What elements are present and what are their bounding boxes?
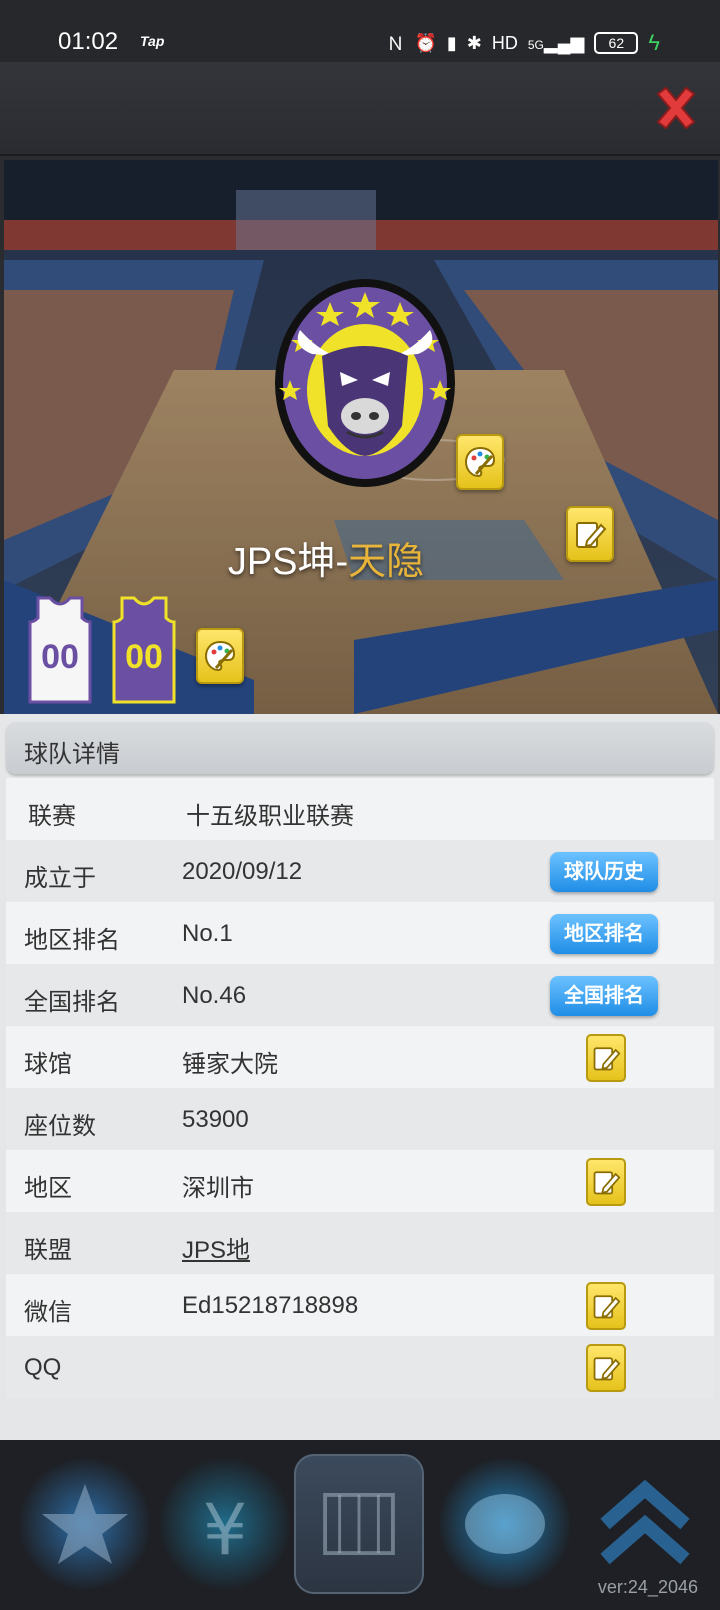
team-history-button[interactable]: 球队历史 bbox=[550, 852, 658, 892]
signal-5g-icon: 5G▂▄▆ bbox=[527, 32, 585, 53]
status-time: 01:02 bbox=[58, 28, 119, 55]
away-jersey: 00 bbox=[112, 596, 176, 704]
edit-icon bbox=[576, 522, 607, 548]
palette-icon bbox=[204, 640, 236, 672]
row-label: 微信 bbox=[24, 1299, 72, 1326]
edit-icon bbox=[593, 1047, 621, 1071]
yen-icon: ¥ bbox=[203, 1489, 248, 1571]
nav-item-chat[interactable] bbox=[440, 1454, 570, 1594]
detail-row-alliance: 联盟 JPS地 bbox=[6, 1212, 714, 1274]
row-label: 地区排名 bbox=[24, 927, 120, 954]
row-value: No.1 bbox=[182, 920, 233, 947]
chevron-up-icon bbox=[600, 1479, 690, 1565]
edit-name-button[interactable] bbox=[566, 506, 614, 562]
arena-icon bbox=[323, 1492, 395, 1556]
alliance-link[interactable]: JPS地 bbox=[182, 1230, 250, 1265]
edit-wechat-button[interactable] bbox=[586, 1282, 626, 1330]
detail-row-wechat: 微信 Ed15218718898 bbox=[6, 1274, 714, 1336]
palette-icon bbox=[464, 446, 496, 478]
status-app-tag: Tap bbox=[140, 33, 165, 49]
edit-arena-button[interactable] bbox=[586, 1034, 626, 1082]
team-hero: JPS坤-天隐 00 00 bbox=[4, 160, 718, 714]
section-header: 球队详情 bbox=[6, 722, 714, 774]
chat-icon bbox=[465, 1494, 545, 1554]
edit-jersey-button[interactable] bbox=[196, 628, 244, 684]
version-label: ver:24_2046 bbox=[597, 1577, 698, 1597]
detail-row-seats: 座位数 53900 bbox=[6, 1088, 714, 1150]
detail-row-founded: 成立于 2020/09/12 球队历史 bbox=[6, 840, 714, 902]
detail-row-qq: QQ bbox=[6, 1336, 714, 1398]
nav-item-star[interactable] bbox=[20, 1454, 150, 1594]
close-icon bbox=[656, 86, 696, 130]
vibrate-icon: ▮ bbox=[446, 32, 457, 53]
edit-region-button[interactable] bbox=[586, 1158, 626, 1206]
svg-text:¥: ¥ bbox=[203, 1489, 248, 1571]
regional-rank-button[interactable]: 地区排名 bbox=[550, 914, 658, 954]
row-value: 锤家大院 bbox=[182, 1051, 278, 1078]
status-bar: 01:02 Tap Ｎ ⏰ ▮ ✱ HD 5G▂▄▆ 62 ϟ bbox=[0, 0, 720, 62]
team-details-panel: 球队详情 联赛 十五级职业联赛 成立于 2020/09/12 球队历史 地区排名… bbox=[0, 714, 720, 1440]
bottom-nav: ¥ ver:24_2046 bbox=[0, 1440, 720, 1610]
row-label: 球馆 bbox=[24, 1051, 72, 1078]
row-value: 53900 bbox=[182, 1106, 249, 1133]
detail-row-arena: 球馆 锤家大院 bbox=[6, 1026, 714, 1088]
row-label: 联盟 bbox=[24, 1237, 72, 1264]
row-label: 全国排名 bbox=[24, 989, 120, 1016]
section-title: 球队详情 bbox=[24, 741, 120, 768]
away-jersey-number: 00 bbox=[125, 638, 163, 676]
hd-icon: HD bbox=[491, 32, 518, 53]
edit-qq-button[interactable] bbox=[586, 1344, 626, 1392]
row-label: QQ bbox=[24, 1354, 62, 1381]
detail-row-region: 地区 深圳市 bbox=[6, 1150, 714, 1212]
nav-item-more[interactable] bbox=[580, 1454, 710, 1594]
row-label: 座位数 bbox=[24, 1113, 96, 1140]
nav-item-team[interactable] bbox=[294, 1454, 424, 1594]
detail-row-league: 联赛 十五级职业联赛 bbox=[6, 778, 714, 840]
team-name-suffix: 天隐 bbox=[348, 541, 425, 583]
edit-icon bbox=[593, 1357, 621, 1381]
row-value: 深圳市 bbox=[182, 1175, 254, 1202]
row-value: No.46 bbox=[182, 982, 247, 1009]
row-label: 成立于 bbox=[24, 865, 96, 892]
team-name-prefix: JPS坤- bbox=[227, 541, 349, 583]
row-value: Ed15218718898 bbox=[182, 1292, 359, 1319]
home-jersey-number: 00 bbox=[41, 638, 79, 676]
charging-icon: ϟ bbox=[648, 30, 660, 55]
nfc-icon: Ｎ bbox=[386, 34, 405, 54]
status-icons: Ｎ ⏰ ▮ ✱ HD 5G▂▄▆ 62 ϟ bbox=[386, 30, 660, 56]
row-value: 2020/09/12 bbox=[182, 858, 303, 885]
detail-row-national-rank: 全国排名 No.46 全国排名 bbox=[6, 964, 714, 1026]
team-logo bbox=[275, 279, 455, 487]
national-rank-button[interactable]: 全国排名 bbox=[550, 976, 658, 1016]
edit-logo-button[interactable] bbox=[456, 434, 504, 490]
edit-icon bbox=[593, 1295, 621, 1319]
detail-row-regional-rank: 地区排名 No.1 地区排名 bbox=[6, 902, 714, 964]
row-value: 十五级职业联赛 bbox=[186, 803, 354, 830]
alarm-icon: ⏰ bbox=[414, 32, 437, 53]
star-icon bbox=[42, 1484, 128, 1564]
battery-level: 62 bbox=[608, 35, 625, 51]
row-label: 联赛 bbox=[28, 803, 76, 830]
home-jersey: 00 bbox=[28, 596, 92, 704]
top-header bbox=[0, 62, 720, 156]
bluetooth-icon: ✱ bbox=[466, 32, 482, 53]
nav-item-finance[interactable]: ¥ bbox=[160, 1454, 290, 1594]
battery-icon: 62 bbox=[594, 32, 639, 54]
row-label: 地区 bbox=[24, 1175, 72, 1202]
edit-icon bbox=[593, 1171, 621, 1195]
network-type: 5G bbox=[527, 37, 544, 52]
close-button[interactable] bbox=[652, 84, 700, 132]
